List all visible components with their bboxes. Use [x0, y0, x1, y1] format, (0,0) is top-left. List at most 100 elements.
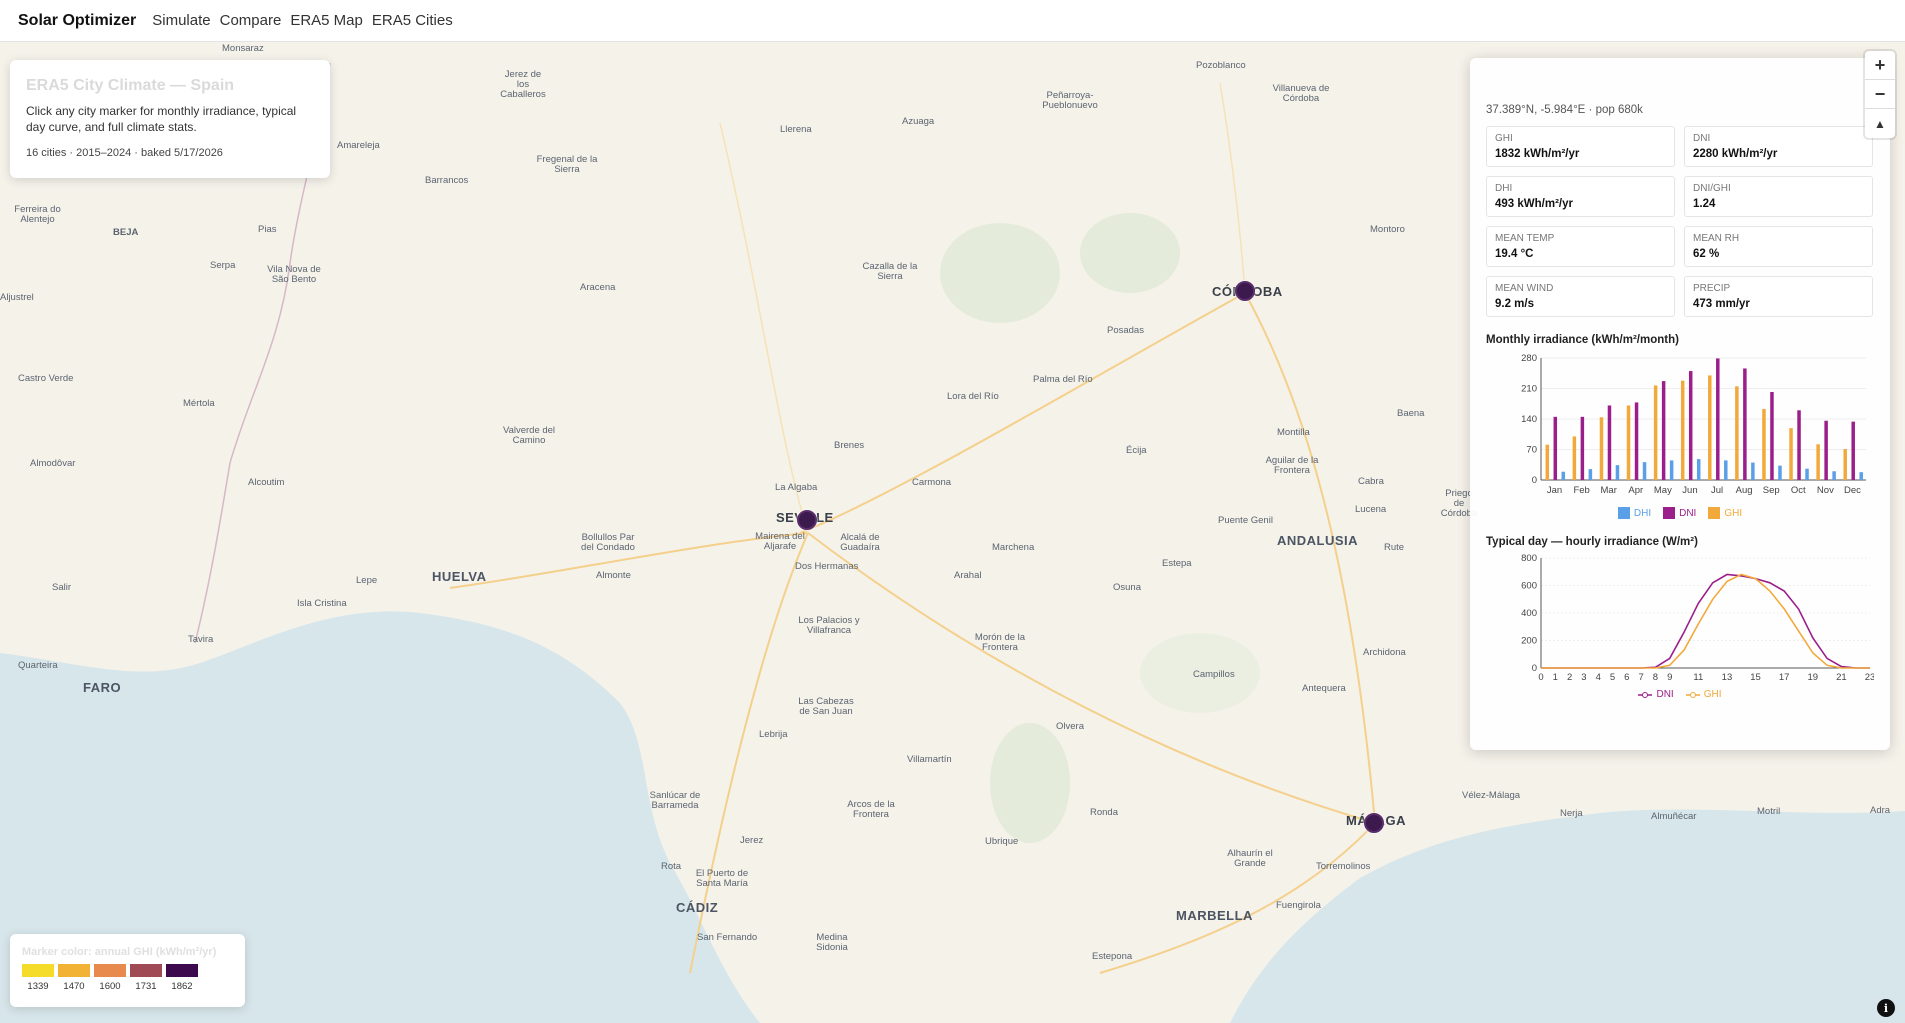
map-label: Écija	[1126, 445, 1147, 456]
stat-card: Mean wind 9.2 m/s	[1486, 276, 1675, 317]
map-label: Posadas	[1107, 325, 1144, 336]
nav-era5-cities[interactable]: ERA5 Cities	[372, 12, 453, 29]
map-label: Sanlúcar de Barrameda	[649, 790, 701, 811]
monthly-legend: DHI DNI GHI	[1486, 507, 1874, 519]
map-label: Serpa	[210, 260, 236, 271]
bar-dni	[1607, 405, 1612, 480]
bar-ghi	[1599, 417, 1604, 480]
map-label: Azuaga	[902, 116, 935, 127]
map-label: Pias	[258, 224, 277, 235]
x-tick-label: Jun	[1682, 485, 1697, 496]
info-card: ERA5 City Climate — Spain Click any city…	[10, 60, 330, 178]
stat-label: GHI	[1495, 133, 1513, 144]
map-label: Montoro	[1370, 224, 1405, 235]
map-label: Tavira	[188, 634, 214, 645]
city-marker-malaga[interactable]	[1364, 813, 1384, 833]
map-label: Peñarroya-Pueblonuevo	[1042, 90, 1098, 111]
y-tick-label: 400	[1521, 608, 1537, 619]
bar-ghi	[1708, 375, 1712, 480]
stat-value: 9.2 m/s	[1495, 298, 1534, 310]
y-tick-label: 210	[1521, 384, 1537, 395]
map-label: Almonte	[596, 570, 631, 581]
map-label: Lepe	[356, 575, 378, 586]
map-label: Pozoblanco	[1196, 60, 1246, 71]
x-tick-label: Apr	[1628, 485, 1643, 496]
compass-button[interactable]: ▲	[1865, 109, 1895, 138]
bar-ghi	[1545, 444, 1550, 480]
map-label: Rute	[1384, 542, 1405, 553]
bar-dhi	[1615, 465, 1620, 480]
zoom-in-button[interactable]: +	[1865, 51, 1895, 80]
map-label: Alcalá de Guadaíra	[840, 532, 880, 553]
color-legend-stop: 1339	[22, 964, 54, 992]
stat-label: Mean RH	[1693, 233, 1740, 244]
bar-dni	[1743, 368, 1747, 480]
map-label: Marchena	[992, 542, 1035, 553]
legend-item-ghi[interactable]: GHI	[1708, 507, 1742, 519]
bar-dni	[1824, 420, 1828, 480]
x-tick-label: 6	[1624, 672, 1629, 682]
x-tick-label: 11	[1693, 672, 1703, 682]
map-label: Aracena	[580, 282, 616, 293]
bar-dhi	[1724, 460, 1728, 480]
x-tick-label: 21	[1836, 672, 1847, 682]
bar-dhi	[1642, 462, 1647, 480]
map-label: Jerez	[740, 835, 764, 846]
zoom-out-button[interactable]: −	[1865, 80, 1895, 109]
map-label: Valverde del Camino	[502, 425, 556, 446]
y-tick-label: 70	[1526, 445, 1537, 456]
map-label: Brenes	[834, 440, 865, 451]
y-tick-label: 200	[1521, 636, 1537, 647]
map-label: Vila Nova de São Bento	[267, 264, 321, 285]
legend-item-dni[interactable]: DNI	[1663, 507, 1696, 519]
map-label: Ronda	[1090, 807, 1118, 818]
map-label: Salir	[52, 582, 72, 593]
map-label: Almodôvar	[30, 458, 76, 469]
info-icon[interactable]: i	[1877, 999, 1895, 1017]
legend-label: GHI	[1703, 689, 1722, 700]
map-label: Ubrique	[985, 836, 1019, 847]
stat-label: Mean temp	[1495, 233, 1555, 244]
stats-grid: GHI 1832 kWh/m²/yr DNI 2280 kWh/m²/yr DHI 4…	[1486, 126, 1874, 317]
city-marker-seville[interactable]	[797, 510, 817, 530]
map-label: Archidona	[1363, 647, 1406, 658]
legend-item-dhi[interactable]: DHI	[1617, 507, 1652, 519]
nav-simulate[interactable]: Simulate	[152, 12, 210, 29]
color-swatch	[94, 964, 126, 977]
app-brand[interactable]: Solar Optimizer	[18, 12, 136, 30]
bar-dhi	[1588, 469, 1593, 480]
legend-item-ghi[interactable]: GHI	[1685, 689, 1722, 700]
map-label: Alcoutim	[248, 477, 285, 488]
color-legend-stop: 1731	[130, 964, 162, 992]
map-label: CÁDIZ	[676, 900, 719, 915]
nav-compare[interactable]: Compare	[220, 12, 282, 29]
x-tick-label: Sep	[1763, 485, 1780, 496]
map-label: Villamartín	[907, 754, 952, 765]
x-tick-label: 5	[1610, 672, 1615, 682]
legend-label: GHI	[1724, 507, 1743, 519]
map-label: Fregenal de la Sierra	[536, 154, 598, 175]
map-label: Lora del Río	[947, 391, 999, 402]
city-marker-cordoba[interactable]	[1235, 281, 1255, 301]
map-label: Campillos	[1193, 669, 1235, 680]
bar-dhi	[1751, 462, 1755, 480]
bar-ghi	[1680, 380, 1685, 480]
info-card-description: Click any city marker for monthly irradi…	[26, 104, 297, 134]
legend-item-dni[interactable]: DNI	[1638, 689, 1674, 700]
color-legend-label: 1862	[171, 981, 193, 992]
bar-dhi	[1561, 471, 1566, 480]
nav-era5-map[interactable]: ERA5 Map	[290, 12, 363, 29]
info-card-meta: 16 cities · 2015–2024 · baked 5/17/2026	[26, 147, 223, 159]
x-tick-label: Jul	[1711, 485, 1723, 496]
legend-label: DHI	[1633, 507, 1652, 519]
bar-ghi	[1735, 386, 1739, 480]
bar-ghi	[1626, 405, 1631, 480]
city-detail-panel: × 37.389°N, -5.984°E · pop 680k GHI1832 …	[1470, 58, 1890, 750]
stat-label: DNI/GHI	[1693, 183, 1731, 194]
map-label: Adra	[1870, 805, 1891, 816]
x-tick-label: 8	[1653, 672, 1658, 682]
top-nav: Solar Optimizer Simulate Compare ERA5 Ma…	[0, 0, 1905, 42]
bar-dni	[1553, 416, 1558, 480]
map-label: Castro Verde	[18, 373, 74, 384]
bar-dhi	[1805, 468, 1809, 480]
